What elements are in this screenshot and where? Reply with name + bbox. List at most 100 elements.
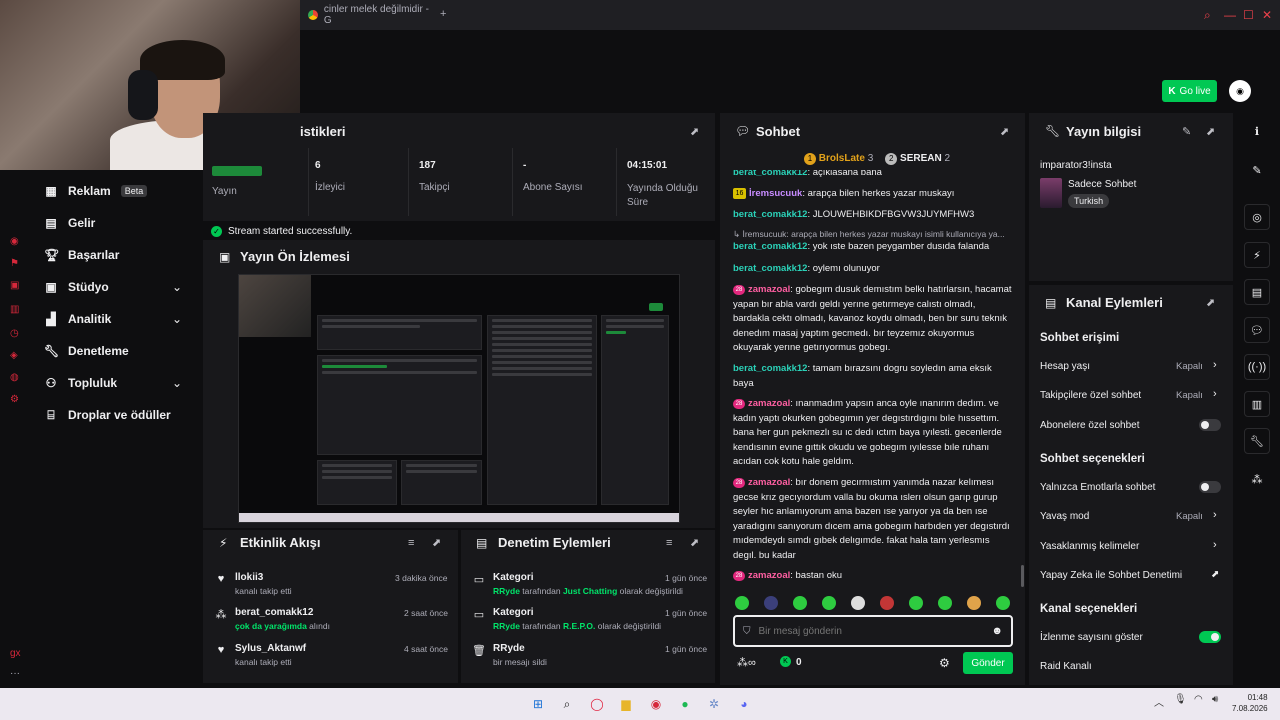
emote-icon[interactable] (938, 596, 952, 610)
popout-icon[interactable]: ⬈ (690, 536, 699, 549)
emote-icon[interactable] (909, 596, 923, 610)
divider (512, 148, 513, 216)
emote-icon[interactable] (793, 596, 807, 610)
broadcast-icon[interactable]: ((·)) (1244, 354, 1270, 380)
rail-settings-icon[interactable]: ⚙ (10, 394, 19, 405)
filter-icon[interactable]: ≡ (666, 537, 672, 549)
search-icon[interactable]: ⌕ (1204, 8, 1211, 23)
rail-twitch-icon[interactable]: ▥ (10, 304, 19, 315)
filter-icon[interactable]: ≡ (408, 537, 414, 549)
minimize-icon[interactable]: — (1224, 8, 1236, 22)
sidebar-item-topluluk[interactable]: ⚇ Topluluk (44, 371, 118, 395)
sidebar-item-reklam[interactable]: ▦ Reklam Beta (44, 179, 148, 203)
chat-scrollbar[interactable] (1021, 565, 1024, 587)
rail-live-icon[interactable]: ◉ (10, 236, 19, 247)
emote-icon[interactable] (996, 596, 1010, 610)
activity-sub: çok da yarağımda alındı (235, 621, 330, 631)
sidebar-item-droplar[interactable]: ⌸ Droplar ve ödüller (44, 403, 170, 427)
tray-chevron-icon[interactable]: ︿ (1154, 694, 1164, 709)
mic-icon[interactable]: 🎙︎ (1174, 694, 1187, 705)
emote-icon[interactable] (735, 596, 749, 610)
preview-screen (239, 275, 679, 522)
emote-icon[interactable] (967, 596, 981, 610)
stream-status: ✓ Stream started successfully. (203, 222, 715, 240)
chevron-down-icon[interactable]: ⌄ (172, 376, 182, 390)
sidebar-item-analitik[interactable]: ▟ Analitik (44, 307, 111, 331)
popout-icon[interactable]: ⬈ (1206, 125, 1215, 138)
stream-preview[interactable] (238, 274, 680, 523)
maximize-icon[interactable]: ☐ (1243, 8, 1254, 22)
chat-input[interactable]: ⛉ ☻ (733, 615, 1013, 647)
chevron-down-icon[interactable]: ⌄ (172, 280, 182, 294)
chevron-down-icon[interactable]: ⌄ (172, 312, 182, 326)
chevron-right-icon[interactable]: › (1213, 539, 1217, 551)
emote-icon[interactable] (764, 596, 778, 610)
send-button[interactable]: Gönder (963, 652, 1013, 674)
show-viewers-toggle[interactable] (1199, 631, 1221, 643)
new-tab-button[interactable]: + (440, 8, 446, 20)
system-clock[interactable]: 01:48 7.08.2026 (1232, 692, 1268, 714)
sidebar-item-studyo[interactable]: ▣ Stüdyo (44, 275, 108, 299)
chat-icon[interactable]: 💬︎ (1244, 317, 1270, 343)
emote-icon[interactable] (851, 596, 865, 610)
popout-icon[interactable]: ⬈ (432, 536, 441, 549)
subscriber-chat-toggle[interactable] (1199, 419, 1221, 431)
camera-icon[interactable]: ◎ (1244, 204, 1270, 230)
popout-icon[interactable]: ⬈ (1206, 296, 1215, 309)
setting-value[interactable]: Kapalı (1176, 511, 1203, 522)
channel-points-icon[interactable]: ⁂ (1244, 466, 1270, 492)
emoji-icon[interactable]: ☻ (991, 625, 1003, 637)
sidebar-item-basarilar[interactable]: 🏆︎ Başarılar (44, 243, 119, 267)
search-icon[interactable]: ⌕ (557, 694, 577, 714)
lightning-icon[interactable]: ⚡︎ (1244, 242, 1270, 268)
channel-points-icon[interactable]: ⁂∞ (737, 656, 756, 669)
app-icon[interactable]: ◉ (646, 694, 666, 714)
spotify-icon[interactable]: ● (675, 694, 695, 714)
browser-tab[interactable]: cinler melek değilmidir - G (308, 4, 438, 26)
document-icon[interactable]: ▤ (1244, 279, 1270, 305)
revenue-icon: ▤ (45, 216, 57, 230)
info-icon[interactable]: ℹ (1244, 118, 1270, 144)
emote-icon[interactable] (822, 596, 836, 610)
wrench-icon[interactable]: 🔧︎ (1244, 428, 1270, 454)
rail-clock-icon[interactable]: ◷ (10, 328, 19, 339)
tag-badge[interactable]: Turkish (1068, 194, 1110, 208)
rail-chat-icon[interactable]: ▣ (10, 280, 19, 291)
rail-graph-icon[interactable]: ◈ (10, 350, 18, 361)
chevron-right-icon[interactable]: › (1213, 509, 1217, 521)
chat-message-field[interactable] (758, 625, 984, 637)
emote-only-toggle[interactable] (1199, 481, 1221, 493)
emote-icon[interactable] (880, 596, 894, 610)
discord-icon[interactable]: ◕ (734, 694, 754, 714)
go-live-button[interactable]: K Go live (1162, 80, 1217, 102)
sidebar-item-gelir[interactable]: ▤ Gelir (44, 211, 95, 235)
windows-start-icon[interactable]: ⊞ (528, 694, 548, 714)
popout-icon[interactable]: ⬈ (1000, 125, 1009, 138)
setting-value[interactable]: Kapalı (1176, 390, 1203, 401)
external-link-icon[interactable]: ⬈ (1211, 569, 1219, 580)
sidebar-item-denetleme[interactable]: 🔧︎ Denetleme (44, 339, 129, 363)
edit-icon[interactable]: ✎ (1244, 157, 1270, 183)
avatar[interactable]: ◉ (1229, 80, 1251, 102)
gear-icon[interactable]: ⚙ (939, 656, 950, 670)
chevron-right-icon[interactable]: › (1213, 359, 1217, 371)
rail-bubble-icon[interactable]: ◍ (10, 372, 19, 383)
edit-icon[interactable]: ✎ (1182, 125, 1191, 138)
layout-icon[interactable]: ▥ (1244, 391, 1270, 417)
setting-label[interactable]: Raid Kanalı (1040, 661, 1092, 672)
rail-more-icon[interactable]: ··· (10, 668, 20, 679)
rail-gx-icon[interactable]: gx (10, 648, 21, 659)
folder-icon[interactable]: ▆ (616, 694, 636, 714)
leader-1[interactable]: 1 BrolsLate 3 (804, 153, 873, 165)
network-icon[interactable]: ✲ (704, 694, 724, 714)
setting-value[interactable]: Kapalı (1176, 361, 1203, 372)
volume-icon[interactable]: 🔊︎ (1212, 694, 1218, 705)
channel-name: imparator3!insta (1040, 160, 1112, 171)
wifi-icon[interactable]: ◠ (1194, 694, 1203, 705)
rail-user-icon[interactable]: ⚑ (10, 258, 19, 269)
popout-icon[interactable]: ⬈ (690, 125, 699, 138)
opera-gx-icon[interactable]: ◯ (587, 694, 607, 714)
chevron-right-icon[interactable]: › (1213, 388, 1217, 400)
leader-2[interactable]: 2 SEREAN 2 (885, 153, 950, 165)
close-icon[interactable]: ✕ (1262, 8, 1272, 22)
